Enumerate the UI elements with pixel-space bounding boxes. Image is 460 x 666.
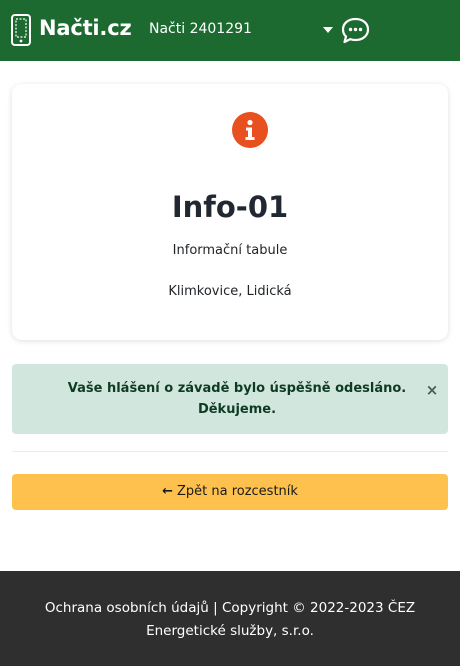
alert-message: Vaše hlášení o závadě bylo úspěšně odesl… — [62, 378, 412, 420]
footer-separator: | — [213, 600, 218, 616]
chat-bubble-icon[interactable] — [341, 17, 370, 44]
footer-text: Ochrana osobních údajů | Copyright © 202… — [0, 597, 460, 643]
caret-down-icon[interactable] — [323, 27, 333, 34]
top-navbar: Načti.cz Načti 2401291 — [0, 0, 460, 61]
divider — [12, 451, 448, 452]
device-location: Klimkovice, Lidická — [168, 284, 292, 299]
info-icon — [232, 112, 268, 148]
close-icon[interactable]: × — [422, 380, 442, 400]
copyright-line2: Energetické služby, s.r.o. — [146, 623, 314, 639]
back-to-hub-button[interactable]: ← Zpět na rozcestník — [12, 474, 448, 510]
back-button-label: Zpět na rozcestník — [176, 484, 298, 499]
copyright-line1: Copyright © 2022-2023 ČEZ — [221, 600, 416, 616]
device-type: Informační tabule — [172, 243, 288, 258]
privacy-link[interactable]: Ochrana osobních údajů — [45, 600, 209, 616]
alert-message-line1: Vaše hlášení o závadě bylo úspěšně odesl… — [67, 381, 407, 396]
device-selector[interactable]: Načti 2401291 — [149, 21, 252, 37]
arrow-left-icon: ← — [162, 484, 173, 499]
footer: Ochrana osobních údajů | Copyright © 202… — [0, 571, 460, 666]
device-title: Info-01 — [171, 190, 289, 224]
success-alert: Vaše hlášení o závadě bylo úspěšně odesl… — [12, 364, 448, 434]
alert-message-line2: Děkujeme. — [197, 402, 277, 417]
brand-name[interactable]: Načti.cz — [39, 16, 132, 40]
phone-icon[interactable] — [11, 14, 31, 46]
device-card: Info-01 Informační tabule Klimkovice, Li… — [12, 84, 448, 340]
